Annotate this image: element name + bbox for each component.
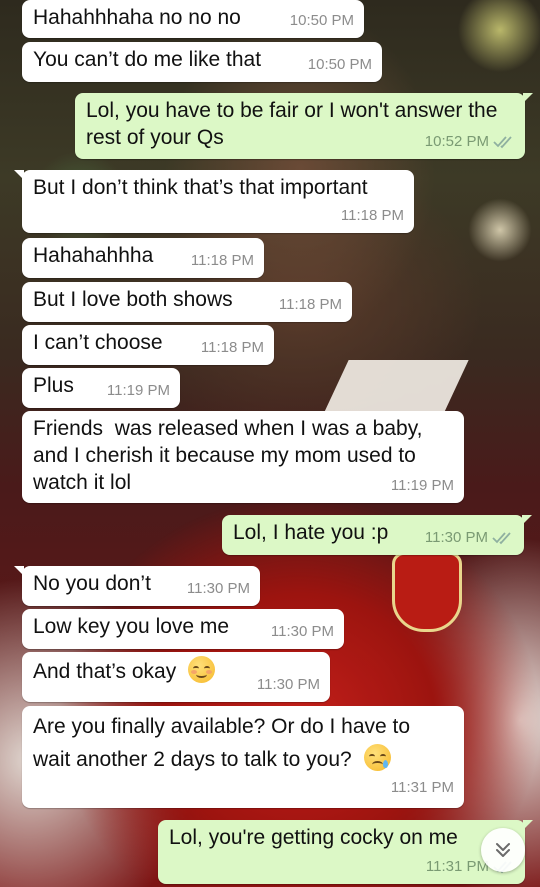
message-time: 11:30 PM [270,623,334,640]
message-text: Are you finally available? Or do I have … [33,715,416,771]
message-bubble-outgoing[interactable]: Lol, I hate you :p 11:30 PM [222,515,532,555]
scroll-to-bottom-button[interactable] [481,828,525,872]
message-text: I can’t choose [33,331,163,354]
message-time: 11:18 PM [278,296,342,313]
message-time: 11:18 PM [190,252,254,269]
message-text: But I don’t think that’s that important [33,176,368,199]
message-time: 11:19 PM [390,477,454,494]
message-text: Hahahhhaha no no no [33,6,241,29]
message-bubble-incoming[interactable]: Low key you love me 11:30 PM [22,609,344,649]
message-bubble-incoming[interactable]: But I love both shows 11:18 PM [22,282,352,322]
double-chevron-down-icon [496,843,510,857]
message-text: Plus [33,374,74,397]
message-bubble-incoming[interactable]: And that’s okay 11:30 PM [22,652,330,702]
message-text: But I love both shows [33,288,233,311]
message-bubble-incoming[interactable]: Hahahhhaha no no no 10:50 PM [22,0,364,38]
message-bubble-incoming[interactable]: You can’t do me like that 10:50 PM [22,42,382,82]
message-bubble-outgoing[interactable]: Lol, you're getting cocky on me 11:31 PM [158,820,533,884]
message-status: 10:52 PM [425,128,515,155]
message-list[interactable]: Hahahhhaha no no no 10:50 PM You can’t d… [0,0,540,887]
message-bubble-incoming[interactable]: Friends was released when I was a baby, … [22,411,464,503]
sleepy-face-icon [363,744,391,771]
message-text: Lol, I hate you :p [233,521,389,544]
message-time: 11:31 PM [390,779,454,796]
message-bubble-incoming[interactable]: Plus 11:19 PM [22,368,180,408]
read-receipt-icon [493,135,512,148]
message-bubble-incoming[interactable]: I can’t choose 11:18 PM [22,325,274,365]
message-time: 11:18 PM [340,207,404,224]
message-bubble-incoming[interactable]: Hahahahhha 11:18 PM [22,238,264,278]
message-time: 11:19 PM [106,382,170,399]
message-bubble-incoming[interactable]: No you don’t 11:30 PM [14,566,260,606]
message-time: 11:30 PM [256,676,320,693]
message-text: Hahahahhha [33,244,154,267]
message-bubble-incoming[interactable]: Are you finally available? Or do I have … [22,706,464,808]
message-text: Low key you love me [33,615,230,638]
message-text: You can’t do me like that [33,48,262,71]
message-time: 10:50 PM [307,56,372,73]
message-bubble-outgoing[interactable]: Lol, you have to be fair or I won't answ… [75,93,533,159]
message-bubble-incoming[interactable]: But I don’t think that’s that important … [14,170,414,233]
message-text: Lol, you're getting cocky on me [169,826,458,849]
message-status: 11:30 PM [425,524,514,551]
read-receipt-icon [492,531,511,544]
message-time: 11:30 PM [186,580,250,597]
message-text: No you don’t [33,572,151,595]
message-text: And that’s okay [33,660,177,683]
message-time: 10:50 PM [289,12,354,29]
relieved-face-icon [188,656,216,683]
message-time: 11:18 PM [200,339,264,356]
message-text: Friends was released when I was a baby, … [33,417,429,494]
